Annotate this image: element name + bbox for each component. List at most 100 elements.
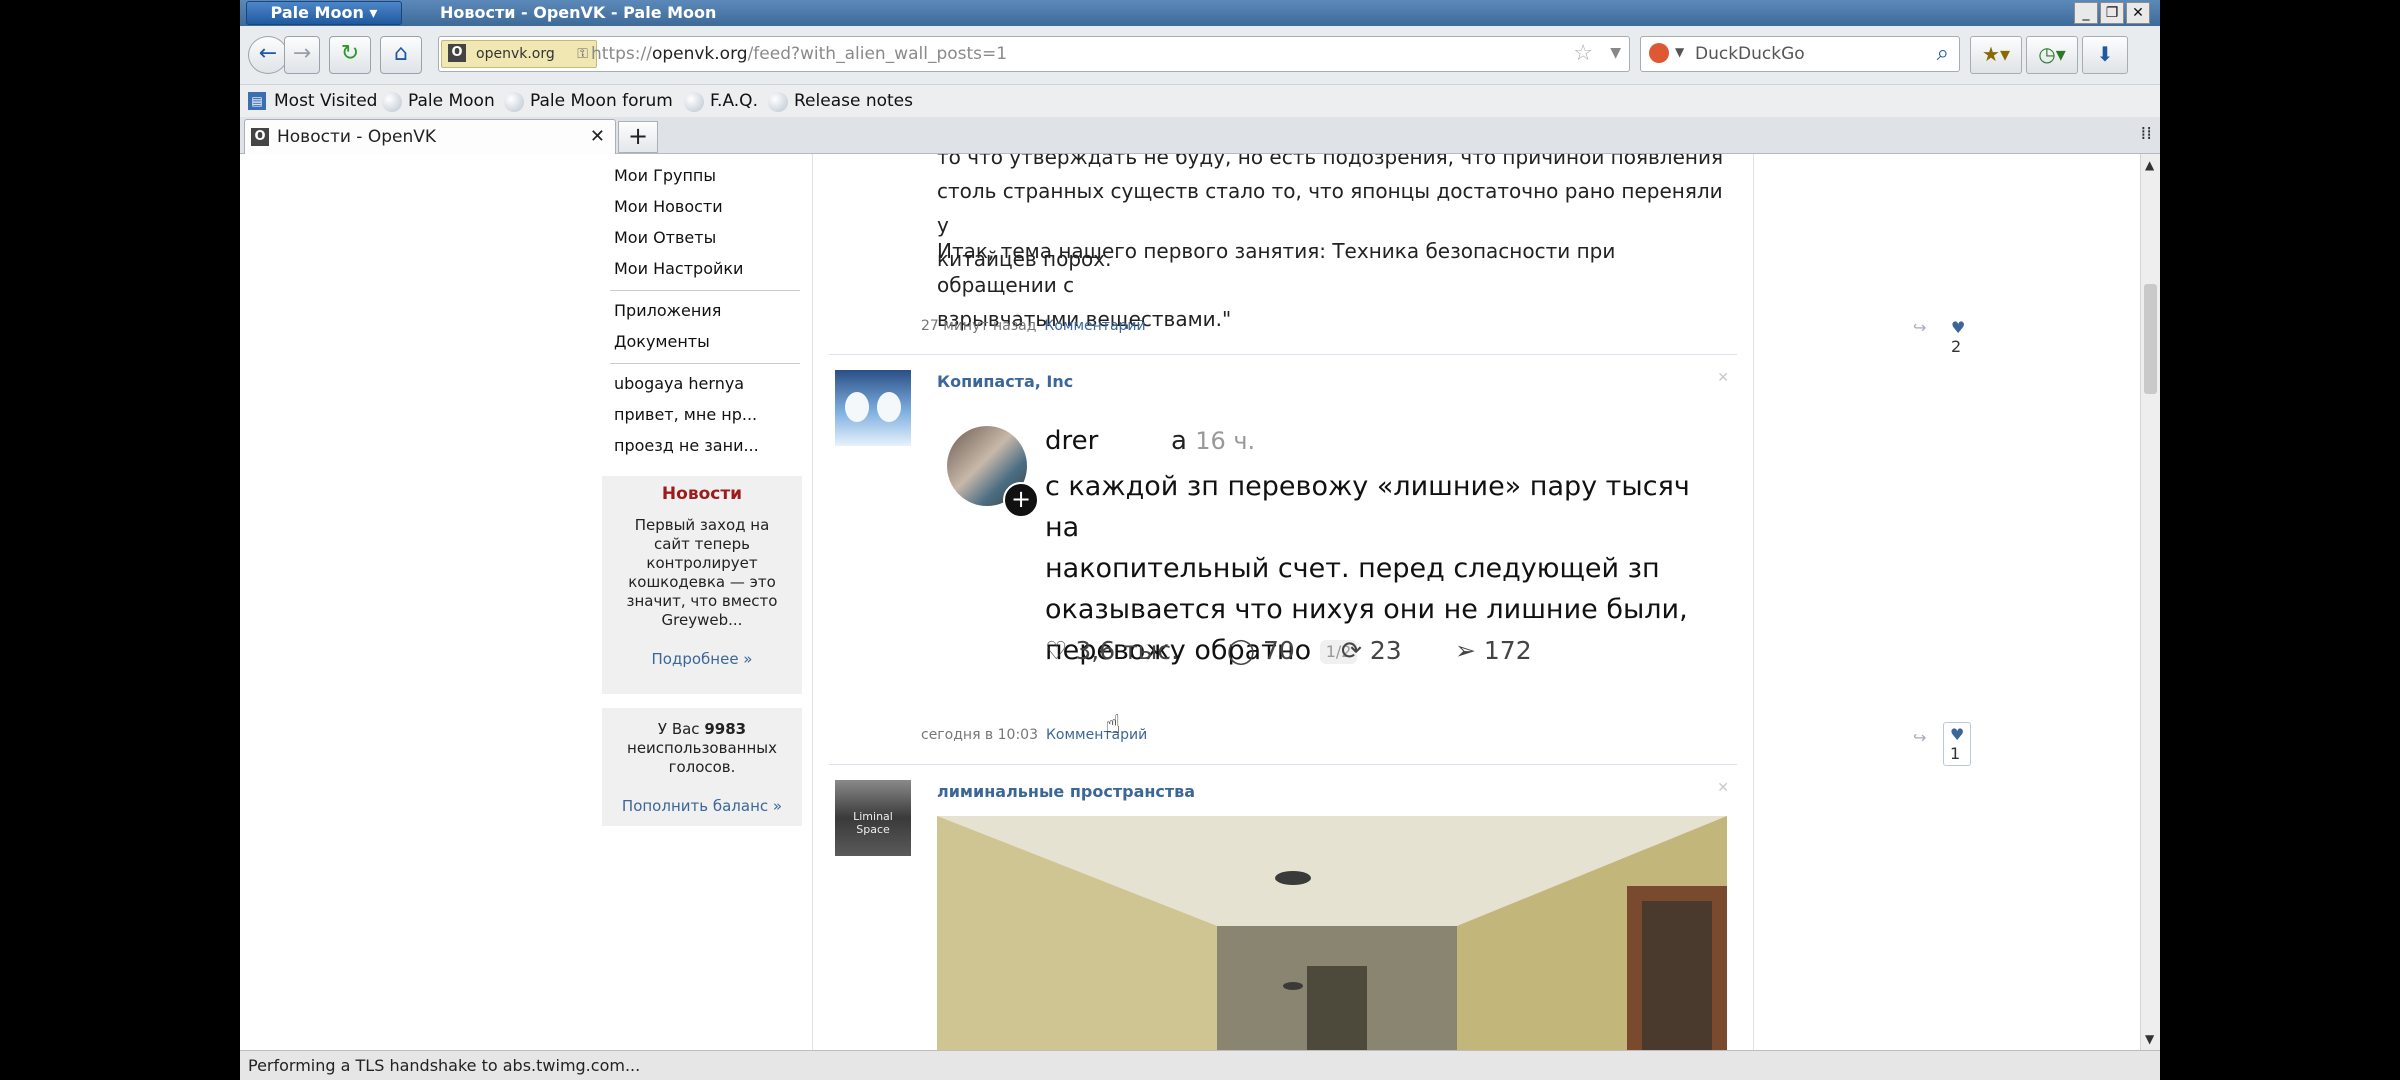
heart-outline-icon: ♡ bbox=[1045, 636, 1068, 665]
sidebar-item-documents[interactable]: Документы bbox=[614, 332, 710, 351]
bookmarks-menu-icon[interactable]: ★▾ bbox=[1970, 36, 2022, 74]
status-text: Performing a TLS handshake to abs.twimg.… bbox=[248, 1056, 641, 1075]
new-tab-button[interactable]: + bbox=[618, 121, 658, 153]
window-title: Новости - OpenVK - Pale Moon bbox=[440, 3, 717, 22]
page-content: Мои Группы Мои Новости Мои Ответы Мои На… bbox=[240, 154, 2140, 1050]
globe-icon bbox=[684, 92, 704, 112]
search-bar[interactable]: ▼ DuckDuckGo ⌕ bbox=[1640, 36, 1960, 72]
site-favicon-icon: O bbox=[448, 44, 466, 62]
tweet-replies: ◯ 70 bbox=[1227, 636, 1295, 665]
bookmark-star-icon[interactable]: ☆ bbox=[1573, 41, 1593, 66]
post-separator bbox=[829, 764, 1737, 765]
bookmark-most-visited[interactable]: ▤ Most Visited bbox=[246, 85, 377, 117]
avatar[interactable]: Liminal Space bbox=[835, 780, 911, 856]
post-author[interactable]: Копипаста, Inc bbox=[937, 372, 1073, 391]
restore-button[interactable]: ❐ bbox=[2100, 2, 2124, 24]
bookmark-pale-moon[interactable]: Pale Moon bbox=[380, 85, 495, 117]
liminal-hallway-image bbox=[937, 816, 1727, 1050]
history-icon[interactable]: ◷▾ bbox=[2026, 36, 2078, 74]
sidebar-item-group-3[interactable]: проезд не зани... bbox=[614, 436, 759, 455]
sidebar-item-apps[interactable]: Приложения bbox=[614, 301, 721, 320]
like-button[interactable]: ♥ 1 bbox=[1943, 722, 1972, 766]
openvk-favicon-icon: O bbox=[251, 128, 269, 146]
news-box-title: Новости bbox=[661, 484, 743, 504]
sidebar-item-group-1[interactable]: ubogaya hernya bbox=[614, 374, 744, 393]
back-button[interactable]: ← bbox=[248, 36, 288, 74]
scroll-down-icon[interactable]: ▼ bbox=[2145, 1032, 2154, 1046]
news-box-text: Первый заход на сайт теперь контролирует… bbox=[626, 516, 778, 629]
comment-link[interactable]: Комментарий bbox=[1044, 318, 1145, 334]
sidebar-divider bbox=[610, 363, 800, 364]
tweet-likes: ♡ 3,6 тыс. bbox=[1045, 636, 1180, 665]
sidebar-item-my-answers[interactable]: Мои Ответы bbox=[614, 228, 716, 247]
comment-link[interactable]: Комментарий bbox=[1046, 727, 1147, 743]
vertical-scrollbar[interactable]: ▲ ▼ bbox=[2140, 154, 2160, 1050]
url-text[interactable]: https://openvk.org/feed?with_alien_wall_… bbox=[591, 37, 1007, 71]
news-feed: то что утверждать не буду, но есть подоз… bbox=[812, 154, 1972, 1050]
heart-icon: ♥ bbox=[1951, 318, 1966, 337]
repost-icon: ⟳ bbox=[1341, 636, 1362, 665]
bookmark-release-notes[interactable]: Release notes bbox=[766, 85, 913, 117]
navigation-toolbar: ← → ↻ ⌂ O openvk.org ⚿ https://openvk.or… bbox=[240, 26, 2160, 85]
post-author[interactable]: лиминальные пространства bbox=[937, 782, 1195, 801]
scrollbar-thumb[interactable] bbox=[2144, 284, 2157, 394]
votes-box: У Вас 9983 неиспользованных голосов. Поп… bbox=[602, 708, 802, 826]
globe-icon bbox=[382, 92, 402, 112]
list-all-tabs-icon[interactable]: ⁞⁞ bbox=[2141, 123, 2152, 144]
site-identity-button[interactable]: O openvk.org ⚿ bbox=[441, 40, 597, 68]
tab-openvk[interactable]: O Новости - OpenVK ✕ bbox=[244, 119, 616, 154]
votes-count: 9983 bbox=[704, 720, 747, 738]
share-icon[interactable]: ↪ bbox=[1913, 318, 1926, 337]
most-visited-icon: ▤ bbox=[248, 92, 266, 110]
url-bar[interactable]: O openvk.org ⚿ https://openvk.org/feed?w… bbox=[438, 36, 1630, 72]
post-meta: 27 минут назад Комментарий bbox=[921, 318, 1146, 334]
lock-icon: ⚿ bbox=[577, 46, 588, 62]
reload-button[interactable]: ↻ bbox=[329, 36, 371, 74]
title-bar: Pale Moon ▾ Новости - OpenVK - Pale Moon… bbox=[240, 0, 2160, 26]
url-dropdown-icon[interactable]: ▼ bbox=[1610, 45, 1621, 61]
downloads-icon[interactable]: ⬇ bbox=[2082, 36, 2128, 74]
send-icon: ➢ bbox=[1455, 636, 1476, 665]
close-window-button[interactable]: ✕ bbox=[2126, 2, 2150, 24]
search-engine-dropdown-icon[interactable]: ▼ bbox=[1675, 45, 1684, 59]
site-identity-label: openvk.org bbox=[476, 46, 555, 62]
post-time: 27 минут назад bbox=[921, 318, 1037, 334]
share-icon[interactable]: ↪ bbox=[1913, 728, 1926, 747]
sidebar-item-my-settings[interactable]: Мои Настройки bbox=[614, 259, 743, 278]
top-up-balance-link[interactable]: Пополнить баланс » bbox=[602, 797, 802, 815]
avatar[interactable] bbox=[835, 370, 911, 446]
post-separator bbox=[829, 354, 1737, 355]
tab-label: Новости - OpenVK bbox=[277, 127, 437, 147]
status-bar: Performing a TLS handshake to abs.twimg.… bbox=[240, 1050, 2160, 1080]
tweet-shares: ➢ 172 bbox=[1455, 636, 1532, 665]
mouse-cursor-icon: ☝ bbox=[1105, 710, 1121, 740]
sidebar-item-my-news[interactable]: Мои Новости bbox=[614, 197, 723, 216]
bookmark-pale-moon-forum[interactable]: Pale Moon forum bbox=[502, 85, 673, 117]
tab-bar: O Новости - OpenVK ✕ + ⁞⁞ bbox=[240, 117, 2160, 154]
globe-icon bbox=[768, 92, 788, 112]
bookmarks-toolbar: ▤ Most Visited Pale Moon Pale Moon forum … bbox=[240, 85, 2160, 117]
minimize-button[interactable]: _ bbox=[2074, 2, 2098, 24]
globe-icon bbox=[504, 92, 524, 112]
sidebar-item-group-2[interactable]: привет, мне нр... bbox=[614, 405, 757, 424]
reply-bubble-icon: ◯ bbox=[1227, 636, 1255, 665]
forward-button[interactable]: → bbox=[284, 36, 320, 74]
scroll-up-icon[interactable]: ▲ bbox=[2145, 158, 2154, 172]
follow-plus-icon: + bbox=[1003, 482, 1039, 518]
search-icon[interactable]: ⌕ bbox=[1937, 41, 1949, 66]
tab-close-icon[interactable]: ✕ bbox=[590, 120, 605, 154]
search-placeholder[interactable]: DuckDuckGo bbox=[1695, 37, 1805, 71]
tweet-screenshot: + drer а 16 ч. с каждой зп перевожу «лиш… bbox=[937, 426, 1727, 746]
app-menu-button[interactable]: Pale Moon ▾ bbox=[246, 1, 402, 25]
like-button[interactable]: ♥ 2 bbox=[1951, 318, 1965, 356]
post-image[interactable] bbox=[937, 816, 1727, 1050]
browser-window: Pale Moon ▾ Новости - OpenVK - Pale Moon… bbox=[240, 0, 2160, 1080]
sidebar-item-my-groups[interactable]: Мои Группы bbox=[614, 166, 716, 185]
delete-post-icon[interactable]: ✕ bbox=[1717, 780, 1729, 796]
duckduckgo-icon[interactable] bbox=[1649, 43, 1669, 63]
delete-post-icon[interactable]: ✕ bbox=[1717, 370, 1729, 386]
home-button[interactable]: ⌂ bbox=[380, 36, 422, 74]
news-more-link[interactable]: Подробнее » bbox=[602, 650, 802, 668]
post-time: сегодня в 10:03 bbox=[921, 727, 1038, 743]
bookmark-faq[interactable]: F.A.Q. bbox=[682, 85, 758, 117]
